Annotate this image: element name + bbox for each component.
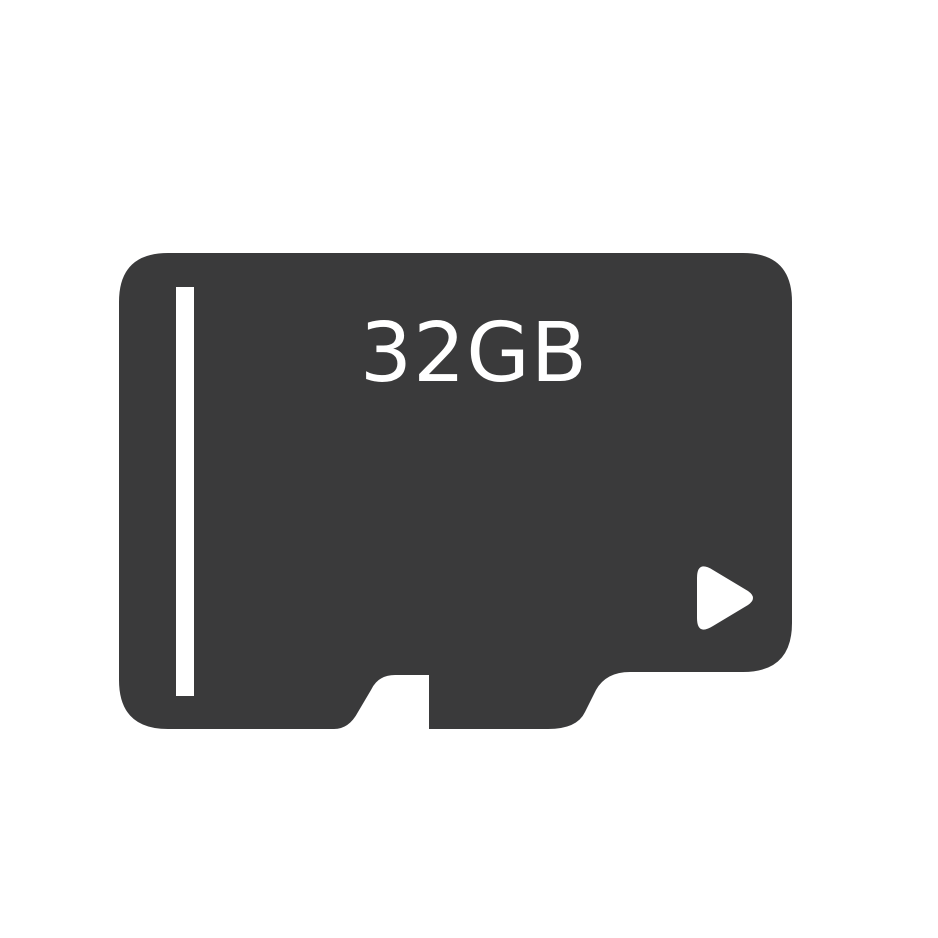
capacity-label: 32GB	[360, 306, 588, 401]
left-stripe	[176, 287, 194, 696]
microsd-card-illustration: 32GB	[0, 0, 938, 938]
microsd-card-icon: 32GB	[119, 253, 792, 729]
